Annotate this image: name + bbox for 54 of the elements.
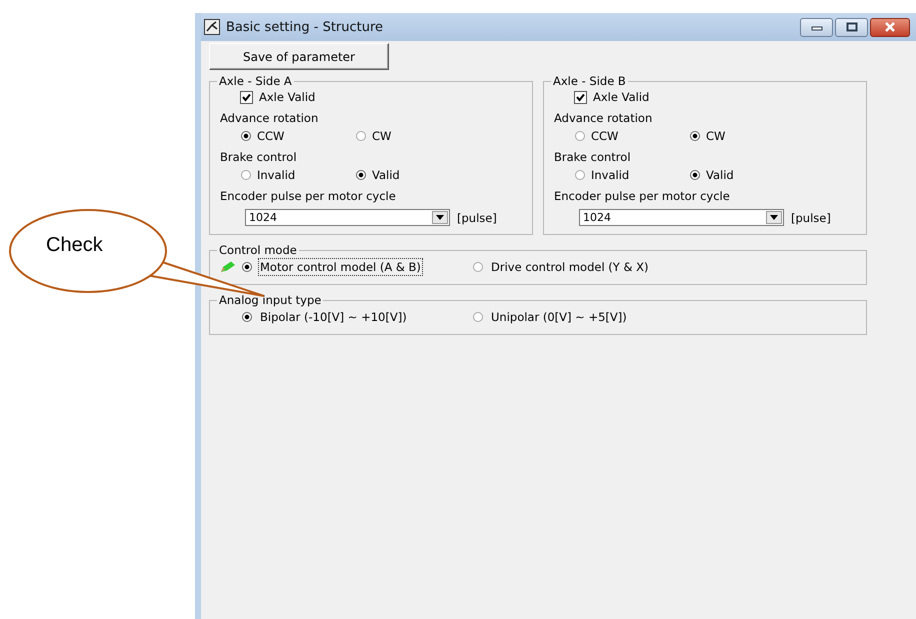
section-label: Advance rotation bbox=[554, 111, 654, 127]
window-title: Basic setting - Structure bbox=[226, 20, 384, 34]
radio-label: Invalid bbox=[257, 168, 296, 182]
radio-label: Drive control model (Y & X) bbox=[490, 259, 650, 276]
save-button[interactable]: Save of parameter bbox=[209, 43, 389, 70]
maximize-icon bbox=[846, 22, 858, 32]
radio-button[interactable] bbox=[241, 170, 251, 180]
pencil-icon bbox=[220, 261, 236, 273]
dropdown[interactable]: 1024 bbox=[579, 209, 784, 226]
radio-button[interactable] bbox=[356, 131, 366, 141]
dropdown-arrow-icon bbox=[770, 215, 778, 220]
group-title: Axle - Side B bbox=[552, 74, 627, 88]
minimize-button[interactable] bbox=[800, 18, 833, 36]
checkbox[interactable] bbox=[240, 90, 253, 104]
radio-label: Invalid bbox=[591, 168, 630, 182]
maximize-button[interactable] bbox=[835, 18, 868, 36]
unit-label: [pulse] bbox=[791, 210, 831, 224]
radio-button[interactable] bbox=[242, 262, 252, 272]
section-label: Brake control bbox=[220, 150, 298, 166]
group-title: Control mode bbox=[218, 243, 298, 257]
radio-button[interactable] bbox=[690, 170, 700, 180]
section-label: Advance rotation bbox=[220, 111, 320, 127]
radio-button[interactable] bbox=[575, 170, 585, 180]
unit-label: [pulse] bbox=[457, 210, 497, 224]
radio-label: CW bbox=[372, 129, 392, 143]
radio-button[interactable] bbox=[356, 170, 366, 180]
radio-label: CCW bbox=[257, 129, 284, 143]
callout-text: Check bbox=[46, 234, 103, 257]
radio-label: Valid bbox=[706, 168, 734, 182]
group-title: Axle - Side A bbox=[218, 74, 293, 88]
radio-button[interactable] bbox=[242, 312, 252, 322]
radio-label: Bipolar (-10[V] ~ +10[V]) bbox=[259, 309, 408, 326]
app-icon bbox=[204, 19, 220, 35]
section-label: Brake control bbox=[554, 150, 632, 166]
radio-label: CCW bbox=[591, 129, 618, 143]
section-label: Encoder pulse per motor cycle bbox=[220, 189, 397, 205]
dropdown-arrow-icon bbox=[436, 215, 444, 220]
radio-label: Motor control model (A & B) bbox=[258, 258, 423, 276]
checkbox-label: Axle Valid bbox=[593, 90, 650, 104]
checkbox-label: Axle Valid bbox=[259, 90, 316, 104]
radio-label: Valid bbox=[372, 168, 400, 182]
checkbox[interactable] bbox=[574, 90, 587, 104]
close-button[interactable] bbox=[870, 18, 910, 36]
section-label: Encoder pulse per motor cycle bbox=[554, 189, 731, 205]
radio-button[interactable] bbox=[690, 131, 700, 141]
dropdown[interactable]: 1024 bbox=[245, 209, 450, 226]
group-title: Analog input type bbox=[218, 293, 322, 307]
radio-button[interactable] bbox=[473, 312, 483, 322]
radio-label: CW bbox=[706, 129, 726, 143]
radio-button[interactable] bbox=[241, 131, 251, 141]
close-icon bbox=[884, 22, 896, 32]
radio-button[interactable] bbox=[575, 131, 585, 141]
radio-label: Unipolar (0[V] ~ +5[V]) bbox=[490, 309, 628, 326]
radio-button[interactable] bbox=[473, 262, 483, 272]
